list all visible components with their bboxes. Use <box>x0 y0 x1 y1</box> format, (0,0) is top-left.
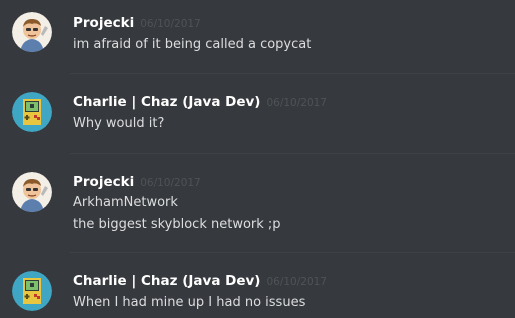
message-header: Charlie | Chaz (Java Dev) 06/10/2017 <box>73 92 327 112</box>
message-text: the biggest skyblock network ;p <box>73 217 281 232</box>
message-divider <box>70 153 515 154</box>
message-header: Projecki 06/10/2017 <box>73 13 201 33</box>
message-divider <box>70 73 515 74</box>
message-text: Why would it? <box>73 116 165 131</box>
message-header: Charlie | Chaz (Java Dev) 06/10/2017 <box>73 271 327 291</box>
cartoon-man-avatar-icon[interactable] <box>12 172 52 212</box>
pixel-gameboy-avatar-icon[interactable] <box>12 271 52 311</box>
username[interactable]: Charlie | Chaz (Java Dev) <box>73 273 260 289</box>
pixel-gameboy-avatar-icon[interactable] <box>12 92 52 132</box>
message-text: When I had mine up I had no issues <box>73 295 306 310</box>
chat-messages: Projecki 06/10/2017 im afraid of it being… <box>0 0 515 318</box>
message-text: im afraid of it being called a copycat <box>73 37 312 52</box>
username[interactable]: Charlie | Chaz (Java Dev) <box>73 94 260 110</box>
timestamp: 06/10/2017 <box>140 177 201 189</box>
timestamp: 06/10/2017 <box>140 18 201 30</box>
timestamp: 06/10/2017 <box>266 97 327 109</box>
message-header: Projecki 06/10/2017 <box>73 172 201 192</box>
username[interactable]: Projecki <box>73 15 134 31</box>
username[interactable]: Projecki <box>73 174 134 190</box>
timestamp: 06/10/2017 <box>266 276 327 288</box>
message-divider <box>70 252 515 253</box>
cartoon-man-avatar-icon[interactable] <box>12 12 52 52</box>
message-text: ArkhamNetwork <box>73 195 178 210</box>
